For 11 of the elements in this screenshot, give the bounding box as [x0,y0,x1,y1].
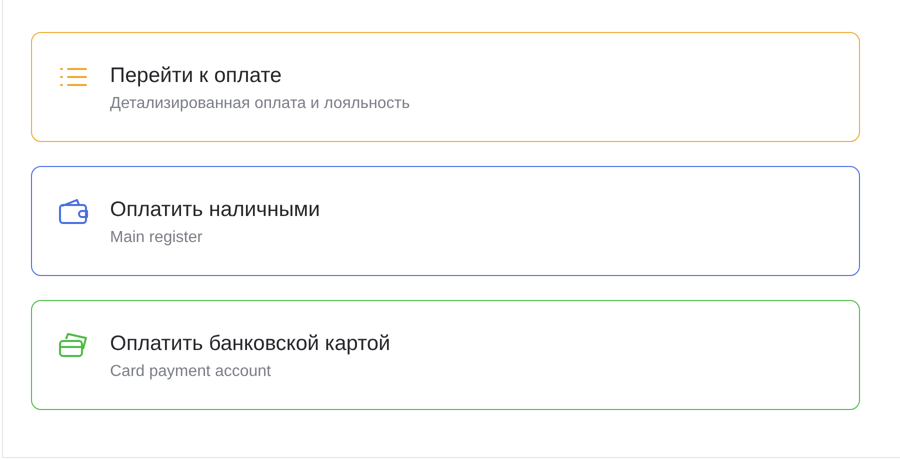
option-title: Оплатить наличными [110,197,320,223]
option-subtitle: Детализированная оплата и лояльность [110,94,410,114]
credit-card-icon [58,331,90,359]
option-subtitle: Main register [110,228,204,248]
payment-option[interactable]: Оплатить банковской картой Card payment account [31,300,860,410]
option-subtitle: Card payment account [110,362,272,382]
option-title: Перейти к оплате [110,63,283,89]
option-title: Оплатить банковской картой [110,331,390,357]
wallet-icon [58,197,90,225]
payment-option[interactable]: Оплатить наличными Main register [31,166,860,276]
payment-option[interactable]: Перейти к оплате Детализированная оплата и лояльность [31,32,860,142]
